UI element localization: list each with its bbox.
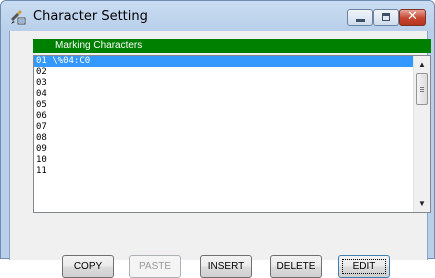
app-icon <box>11 10 26 25</box>
dialog-client-area: Marking Characters 01 \%04:C0 02 03 04 05 06 0… <box>9 31 431 278</box>
minimize-button[interactable] <box>347 9 373 26</box>
maximize-button[interactable] <box>373 9 399 26</box>
list-item[interactable]: 09 <box>34 144 413 155</box>
title-bar[interactable]: Character Setting ✕ <box>1 1 434 31</box>
list-item[interactable]: 08 <box>34 133 413 144</box>
list-item[interactable]: 02 <box>34 67 413 78</box>
maximize-icon <box>382 13 390 21</box>
character-setting-window: Character Setting ✕ Marking Characters 0… <box>0 0 435 278</box>
list-item[interactable]: 01 \%04:C0 <box>34 56 413 67</box>
list-item[interactable]: 06 <box>34 111 413 122</box>
scroll-up-arrow-icon[interactable]: ▲ <box>414 56 430 73</box>
close-icon: ✕ <box>407 9 418 24</box>
edit-button-label: EDIT <box>352 261 376 272</box>
marking-characters-header: Marking Characters <box>33 39 431 53</box>
list-item[interactable]: 07 <box>34 122 413 133</box>
marking-characters-listbox[interactable]: 01 \%04:C0 02 03 04 05 06 07 08 09 10 11 ▲ ▼ <box>33 55 431 213</box>
scroll-down-arrow-icon[interactable]: ▼ <box>414 195 430 212</box>
list-item[interactable]: 03 <box>34 78 413 89</box>
delete-button[interactable]: DELETE <box>270 255 322 278</box>
vertical-scrollbar[interactable]: ▲ ▼ <box>413 56 430 212</box>
list-item[interactable]: 04 <box>34 89 413 100</box>
list-item[interactable]: 10 <box>34 155 413 166</box>
paste-button[interactable]: PASTE <box>129 255 181 278</box>
insert-button[interactable]: INSERT <box>200 255 252 278</box>
window-title: Character Setting <box>33 9 148 24</box>
list-item[interactable]: 05 <box>34 100 413 111</box>
minimize-icon <box>356 19 365 22</box>
edit-button[interactable]: EDIT <box>338 255 390 278</box>
close-button[interactable]: ✕ <box>399 9 426 26</box>
marking-characters-list: 01 \%04:C0 02 03 04 05 06 07 08 09 10 11 <box>34 56 413 177</box>
scroll-thumb[interactable] <box>416 73 428 105</box>
copy-button[interactable]: COPY <box>62 255 114 278</box>
list-item[interactable]: 11 <box>34 166 413 177</box>
